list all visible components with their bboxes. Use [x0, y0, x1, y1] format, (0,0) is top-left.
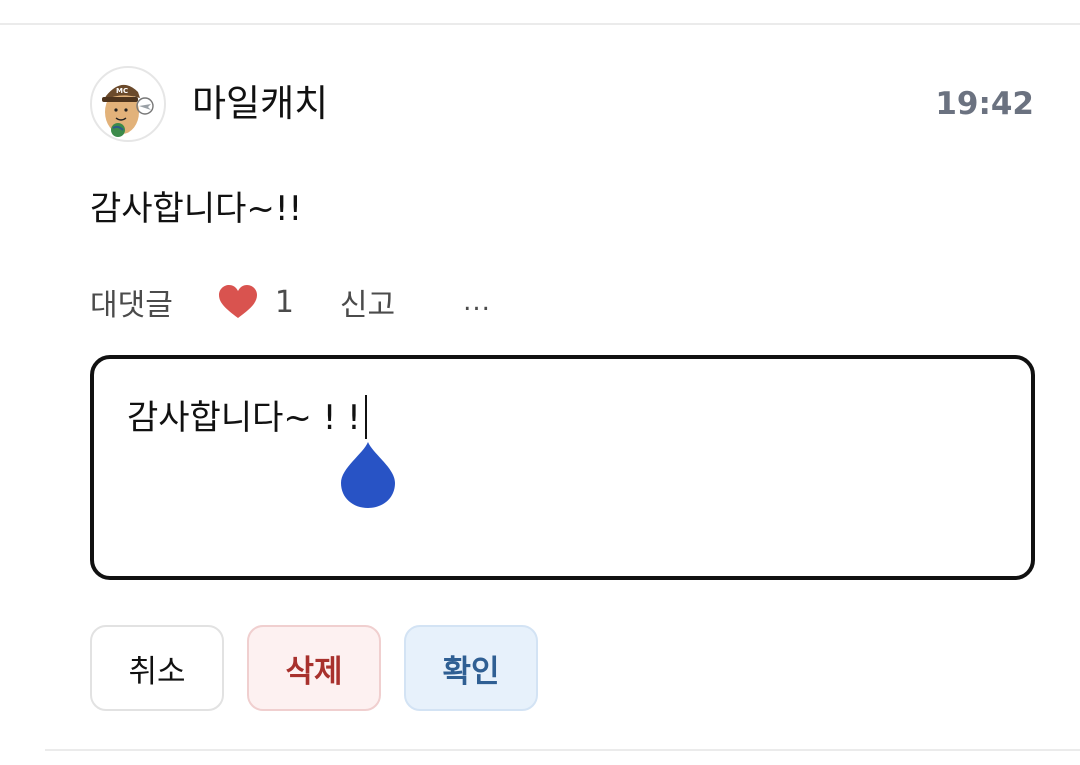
comment-actions: 대댓글 1 신고 ...: [90, 280, 491, 324]
comment-edit-value[interactable]: 감사합니다~ ! !: [127, 395, 361, 441]
comment-text: 감사합니다~!!: [90, 189, 303, 229]
avatar-character-icon: MC: [102, 84, 154, 137]
comment-time: 19:42: [935, 86, 1034, 122]
bottom-divider: [45, 749, 1080, 751]
like-count: 1: [274, 284, 294, 320]
caret-handle-icon[interactable]: [339, 440, 397, 510]
avatar-badge: MC: [116, 87, 128, 95]
comment-edit-input[interactable]: 감사합니다~ ! !: [90, 355, 1035, 580]
reply-button[interactable]: 대댓글: [90, 280, 173, 324]
like-button[interactable]: 1: [217, 284, 294, 320]
top-divider: [0, 23, 1080, 25]
confirm-button[interactable]: 확인: [404, 625, 538, 711]
author-avatar[interactable]: MC: [90, 66, 166, 142]
report-button[interactable]: 신고: [340, 280, 395, 324]
heart-icon: [218, 285, 257, 318]
text-caret: [365, 395, 367, 439]
comment-author[interactable]: 마일캐치: [192, 80, 328, 128]
cancel-button[interactable]: 취소: [90, 625, 224, 711]
more-options-button[interactable]: ...: [463, 287, 491, 317]
delete-button[interactable]: 삭제: [247, 625, 381, 711]
